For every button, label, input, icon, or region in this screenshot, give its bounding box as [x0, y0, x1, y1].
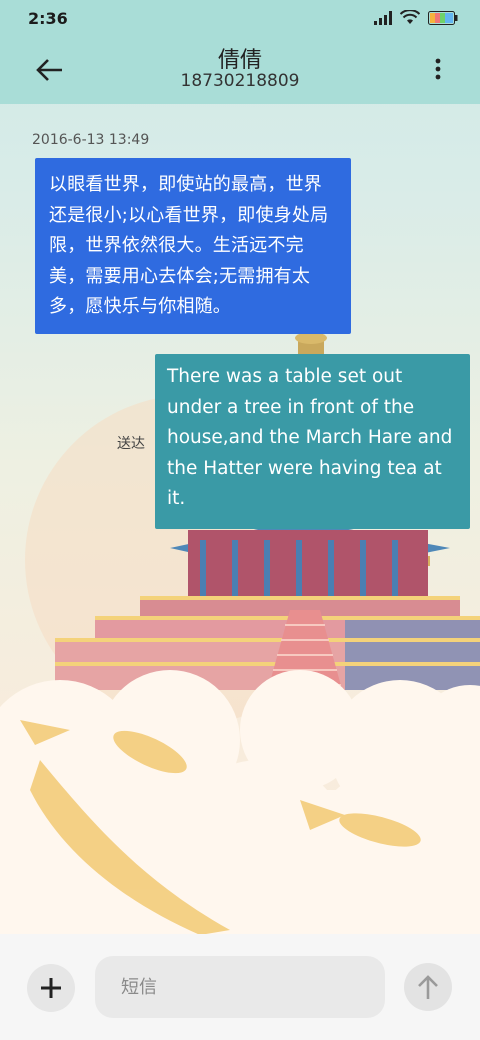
add-attachment-button[interactable]: [27, 964, 75, 1012]
plus-icon: [41, 978, 61, 998]
message-text: 以眼看世界，即使站的最高，世界还是很小;以心看世界，即使身处局限，世界依然很大。…: [49, 174, 329, 317]
contact-phone: 18730218809: [180, 71, 300, 91]
send-button[interactable]: [404, 963, 452, 1011]
status-time: 2:36: [28, 9, 68, 28]
more-vert-icon[interactable]: [432, 56, 444, 82]
arrow-up-icon: [418, 975, 438, 999]
wifi-icon: [400, 10, 420, 24]
status-bar: 2:36: [0, 0, 480, 36]
message-timestamp: 2016-6-13 13:49: [32, 132, 150, 148]
outgoing-message-bubble[interactable]: There was a table set out under a tree i…: [155, 354, 470, 529]
message-text: There was a table set out under a tree i…: [167, 366, 453, 509]
conversation-header: 倩倩 18730218809: [0, 36, 480, 104]
contact-name: 倩倩: [217, 48, 262, 73]
composer-bar: [0, 934, 480, 1040]
messaging-screen: 2:36 倩倩 18730218809 2016-6-13 13:49 以眼看世…: [0, 0, 480, 1040]
battery-icon: [428, 10, 458, 25]
delivery-status: 送达: [117, 436, 145, 452]
status-icons: [374, 10, 458, 25]
incoming-message-bubble[interactable]: 以眼看世界，即使站的最高，世界还是很小;以心看世界，即使身处局限，世界依然很大。…: [35, 158, 351, 334]
signal-icon: [374, 10, 392, 25]
message-input[interactable]: [95, 956, 385, 1018]
